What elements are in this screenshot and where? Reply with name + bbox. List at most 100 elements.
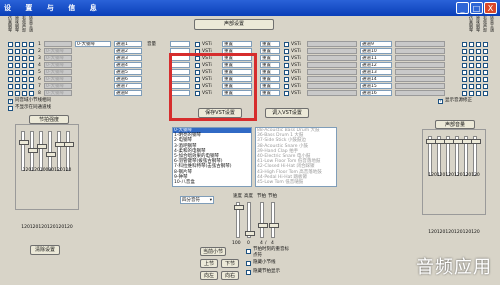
height-slider[interactable] [245,202,255,238]
voice-name-field[interactable] [307,55,357,61]
slider-4[interactable] [46,131,56,171]
vst-check[interactable] [284,84,289,89]
channel-field[interactable]: 通道10 [360,48,392,54]
right-check[interactable] [483,63,488,68]
sync-left-check[interactable] [8,98,13,104]
accent-check[interactable] [246,249,251,254]
slider-knob[interactable] [245,231,255,236]
right-check[interactable] [476,84,481,89]
voice-name-field[interactable] [395,69,445,75]
row-check-c[interactable] [22,77,27,82]
right-check[interactable] [483,70,488,75]
row-check-b[interactable] [15,91,20,96]
slider-r5[interactable] [462,136,472,176]
drum-list[interactable]: 88-Acoustic Bass Drum 大鼓 36-Bass Drum 1 … [255,127,337,187]
right-check[interactable] [469,56,474,61]
speed-slider[interactable] [234,202,244,238]
vst-check[interactable] [284,91,289,96]
right-check[interactable] [469,70,474,75]
row-check-d[interactable] [29,91,34,96]
row-check-d[interactable] [29,84,34,89]
slider-knob[interactable] [64,142,74,147]
right-check[interactable] [483,84,488,89]
row-check-b[interactable] [15,49,20,54]
hide-bar-check[interactable] [246,261,251,266]
voice-name-field[interactable]: 0-大钢琴 [44,76,72,82]
right-check[interactable] [462,63,467,68]
beat2-slider[interactable] [269,202,279,238]
right-check[interactable] [462,42,467,47]
channel-field[interactable]: 通道8 [114,90,142,96]
right-check[interactable] [483,42,488,47]
row-check-d[interactable] [29,49,34,54]
right-check[interactable] [462,84,467,89]
hide-beat-check[interactable] [246,270,251,275]
voice-name-field[interactable]: 0-大钢琴 [44,90,72,96]
right-check[interactable] [462,70,467,75]
row-check-d[interactable] [29,56,34,61]
channel-field[interactable]: 通道15 [360,83,392,89]
voice-name-field[interactable]: 0-大钢琴 [44,83,72,89]
slider-knob[interactable] [37,144,47,149]
row-check-a[interactable] [8,42,13,47]
vst-check[interactable] [284,56,289,61]
move-left-button[interactable]: 向左 [200,271,218,280]
vst-check[interactable] [284,70,289,75]
slider-r3[interactable] [444,136,454,176]
row-check-b[interactable] [15,42,20,47]
row-check-c[interactable] [22,49,27,54]
voice-volume-title[interactable]: 声部音量 [435,120,475,129]
right-check[interactable] [476,77,481,82]
row-check-a[interactable] [8,84,13,89]
voice-settings-button[interactable]: 声部设置 [194,19,274,30]
slider-r6[interactable] [471,136,481,176]
slider-knob[interactable] [46,152,56,157]
right-check[interactable] [476,42,481,47]
channel-field[interactable]: 通道13 [360,69,392,75]
slider-r4[interactable] [453,136,463,176]
right-check[interactable] [462,91,467,96]
row-check-b[interactable] [15,77,20,82]
right-check[interactable] [483,91,488,96]
row-check-b[interactable] [15,56,20,61]
beat-strength-title[interactable]: 节拍强度 [29,115,69,124]
row-check-c[interactable] [22,63,27,68]
row-check-b[interactable] [15,63,20,68]
mode-select[interactable]: 重置 [260,76,280,82]
row-check-b[interactable] [15,70,20,75]
right-check[interactable] [476,70,481,75]
channel-field[interactable]: 通道6 [114,76,142,82]
vst-check[interactable] [284,77,289,82]
voice-name-field[interactable] [395,41,445,47]
note-value-select[interactable]: 四分音符 ▾ [180,196,214,204]
right-check[interactable] [469,84,474,89]
show-right-check[interactable] [438,98,443,104]
current-measure-button[interactable]: 当前小节 [200,247,226,256]
channel-field[interactable]: 通道7 [114,83,142,89]
save-vst-button[interactable]: 保存VST设置 [198,108,242,118]
channel-field[interactable]: 通道5 [114,69,142,75]
right-check[interactable] [469,63,474,68]
row-check-c[interactable] [22,91,27,96]
reset-settings-button[interactable]: 清除设置 [30,245,60,255]
voice-name-field[interactable]: 0-大钢琴 [44,55,72,61]
minimize-button[interactable]: _ [456,2,469,14]
volume-field[interactable] [170,41,190,47]
no-sync-check[interactable] [8,106,13,111]
voice-name-field[interactable] [395,48,445,54]
row-check-c[interactable] [22,70,27,75]
maximize-button[interactable]: □ [470,2,483,14]
slider-r2[interactable] [435,136,445,176]
right-check[interactable] [483,77,488,82]
mode-select[interactable]: 重置 [260,62,280,68]
voice-name-field[interactable]: 0-大钢琴 [44,69,72,75]
mode-select[interactable]: 重置 [260,90,280,96]
slider-knob[interactable] [234,205,244,210]
mode-select[interactable]: 重置 [260,48,280,54]
voice-name-field[interactable] [307,90,357,96]
next-measure-button[interactable]: 下节 [221,259,239,268]
row-check-a[interactable] [8,63,13,68]
voice-name-field[interactable]: 0-大钢琴 [44,48,72,54]
right-check[interactable] [462,56,467,61]
channel-field[interactable]: 通道4 [114,62,142,68]
